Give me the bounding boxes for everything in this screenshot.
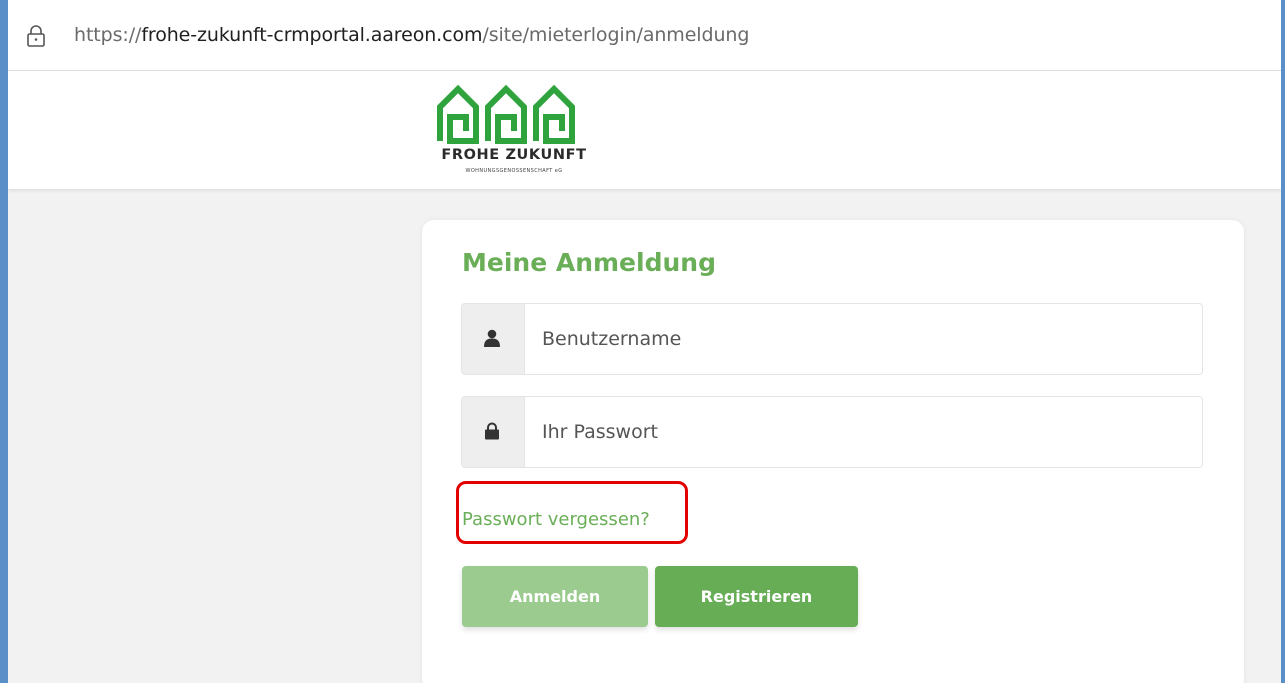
lock-icon — [485, 422, 499, 440]
password-field — [461, 396, 1203, 468]
url-host: frohe-zukunft-crmportal.aareon.com — [141, 24, 483, 46]
lock-icon — [27, 25, 45, 47]
login-card: Meine Anmeldung Passwort vergessen? Anme… — [422, 220, 1244, 683]
browser-window: https://frohe-zukunft-crmportal.aareon.c… — [8, 0, 1281, 683]
address-bar[interactable]: https://frohe-zukunft-crmportal.aareon.c… — [8, 0, 1281, 71]
logo-name: FROHE ZUKUNFT — [441, 147, 587, 163]
password-addon — [462, 397, 525, 467]
url-path: /site/mieterlogin/anmeldung — [482, 24, 750, 46]
login-title: Meine Anmeldung — [462, 248, 716, 277]
login-button[interactable]: Anmelden — [462, 566, 648, 627]
username-addon — [462, 304, 525, 374]
company-logo[interactable]: FROHE ZUKUNFT WOHNUNGSGENOSSENSCHAFT eG — [426, 79, 602, 187]
user-icon — [484, 329, 500, 347]
url-text[interactable]: https://frohe-zukunft-crmportal.aareon.c… — [74, 24, 749, 46]
username-field — [461, 303, 1203, 375]
logo-subtitle: WOHNUNGSGENOSSENSCHAFT eG — [465, 168, 563, 174]
register-button[interactable]: Registrieren — [655, 566, 858, 627]
url-scheme: https:// — [74, 24, 142, 46]
forgot-password-link[interactable]: Passwort vergessen? — [462, 509, 650, 530]
site-header: FROHE ZUKUNFT WOHNUNGSGENOSSENSCHAFT eG — [8, 71, 1281, 189]
houses-logo-icon — [437, 84, 575, 144]
username-input[interactable] — [525, 304, 1202, 374]
password-input[interactable] — [525, 397, 1202, 467]
